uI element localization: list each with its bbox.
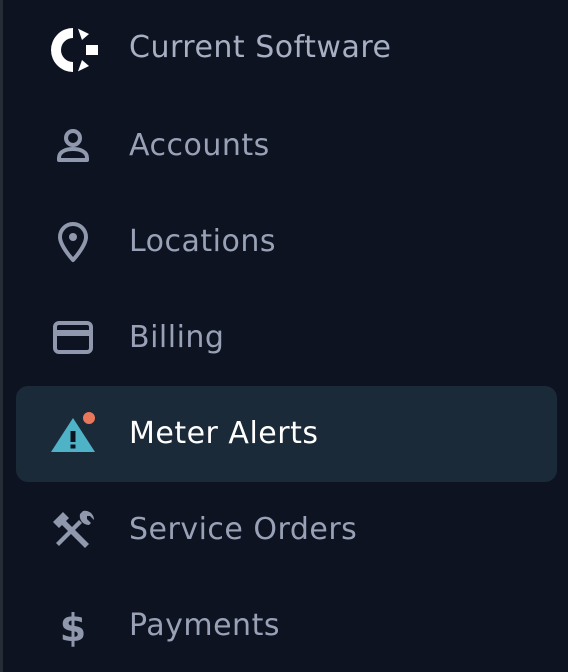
sidebar-item-accounts[interactable]: Accounts xyxy=(16,98,557,194)
credit-card-icon xyxy=(53,321,93,354)
current-software-logo-icon xyxy=(51,28,98,72)
sidebar-item-payments[interactable]: $ Payments xyxy=(16,578,557,672)
brand-name: Current Software xyxy=(129,30,392,65)
sidebar-item-label: Payments xyxy=(129,608,280,643)
svg-text:$: $ xyxy=(60,606,86,650)
notification-dot xyxy=(81,410,97,426)
sidebar-item-billing[interactable]: Billing xyxy=(16,290,557,386)
sidebar-item-label: Locations xyxy=(129,224,277,259)
person-icon xyxy=(57,129,89,162)
sidebar-item-locations[interactable]: Locations xyxy=(16,194,557,290)
sidebar-item-meter-alerts[interactable]: Meter Alerts xyxy=(16,386,557,482)
brand-header[interactable]: Current Software xyxy=(3,0,568,96)
sidebar: Current Software Accounts Locations Bill… xyxy=(0,0,568,672)
location-pin-icon xyxy=(58,222,88,262)
dollar-icon: $ xyxy=(60,606,86,650)
sidebar-item-label: Meter Alerts xyxy=(129,416,319,451)
tools-icon xyxy=(53,510,95,548)
warning-triangle-icon xyxy=(51,410,97,452)
sidebar-item-label: Accounts xyxy=(129,128,270,163)
sidebar-item-label: Service Orders xyxy=(129,512,358,547)
sidebar-item-label: Billing xyxy=(129,320,225,355)
sidebar-item-service-orders[interactable]: Service Orders xyxy=(16,482,557,578)
